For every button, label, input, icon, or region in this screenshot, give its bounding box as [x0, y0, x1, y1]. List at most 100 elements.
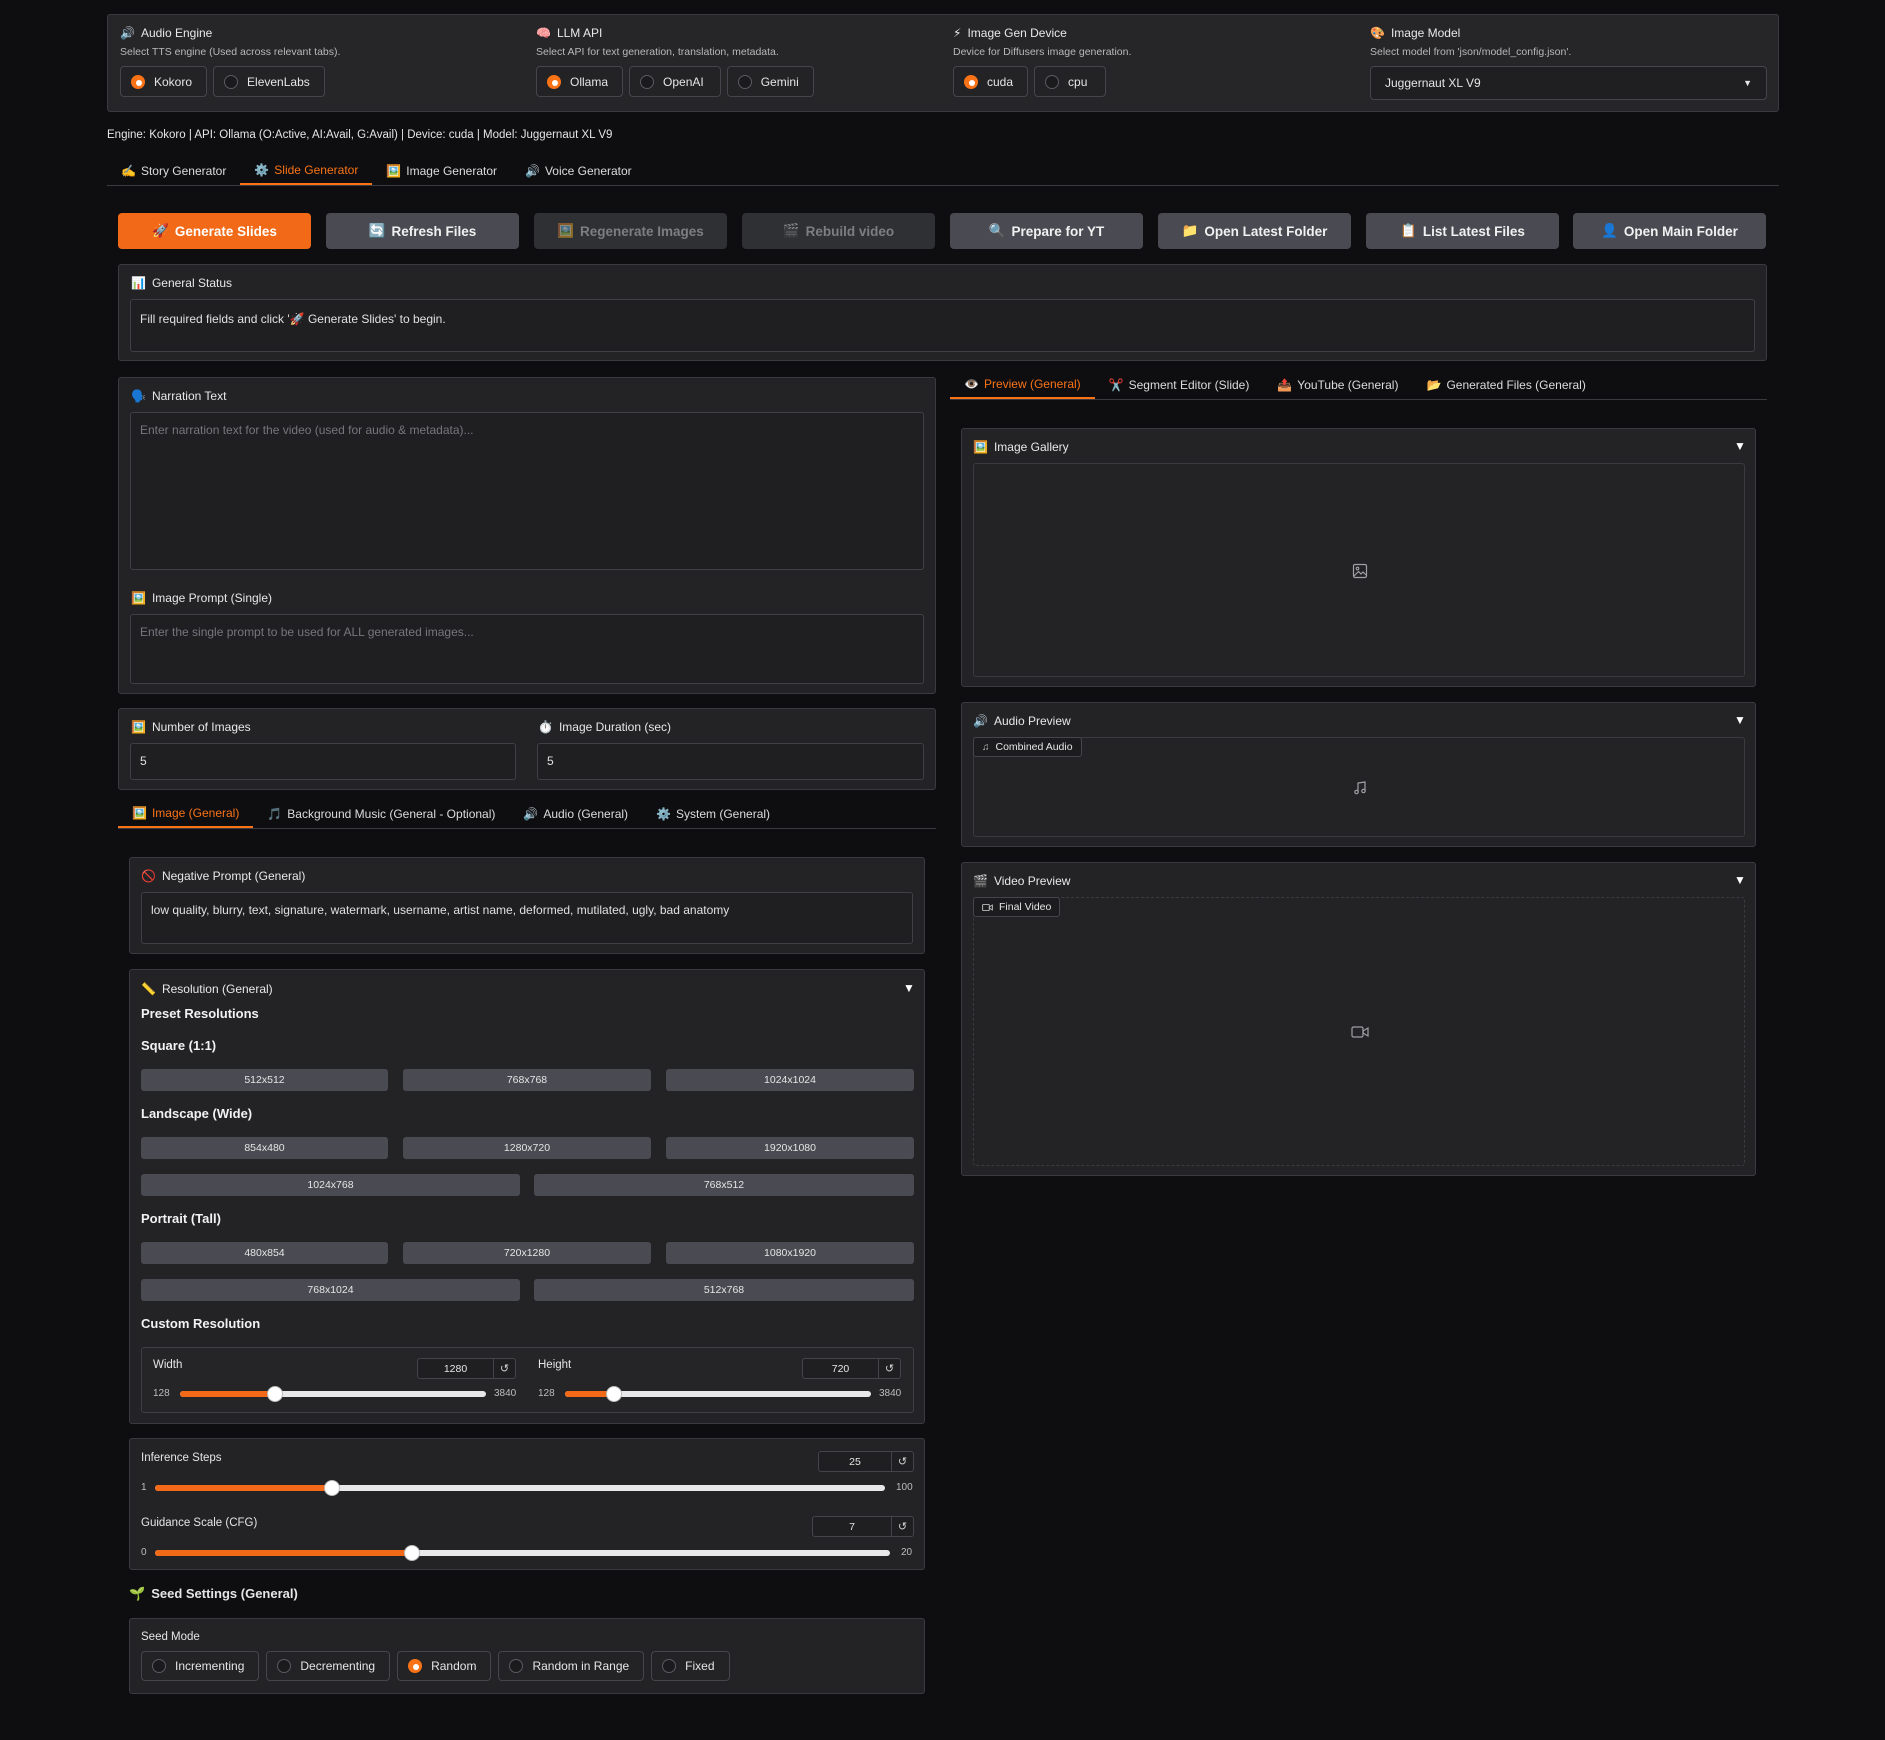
collapse-caret-icon[interactable]: ▼	[1734, 873, 1746, 887]
speaker-icon: 🔊	[523, 807, 539, 821]
height-slider[interactable]	[565, 1386, 871, 1402]
regenerate-images-button[interactable]: 🖼️ Regenerate Images	[534, 213, 727, 249]
preset-1920x1080[interactable]: 1920x1080	[666, 1137, 914, 1159]
landscape-heading: Landscape (Wide)	[141, 1106, 253, 1121]
radio-cuda[interactable]: cuda	[953, 66, 1029, 97]
radio-decrementing[interactable]: Decrementing	[266, 1651, 391, 1681]
reset-icon[interactable]: ↺	[891, 1452, 913, 1471]
radio-dot	[277, 1659, 292, 1673]
guidance-scale-slider[interactable]	[155, 1545, 890, 1561]
writing-hand-icon: ✍️	[121, 163, 136, 178]
radio-kokoro[interactable]: Kokoro	[120, 66, 208, 97]
radio-elevenlabs[interactable]: ElevenLabs	[213, 66, 325, 97]
preset-480x854[interactable]: 480x854	[141, 1242, 388, 1264]
radio-random-in-range[interactable]: Random in Range	[498, 1651, 645, 1681]
refresh-files-button[interactable]: 🔄 Refresh Files	[326, 213, 519, 249]
image-duration-input[interactable]: 5	[537, 743, 924, 780]
folder-icon: 📁	[1181, 223, 1199, 238]
preset-512x768[interactable]: 512x768	[534, 1279, 914, 1301]
model-select[interactable]: Juggernaut XL V9 ▼	[1370, 66, 1767, 100]
tab-segment-editor[interactable]: ✂️ Segment Editor (Slide)	[1095, 371, 1264, 399]
slider-thumb[interactable]	[404, 1545, 421, 1561]
radio-openai[interactable]: OpenAI	[629, 66, 721, 97]
radio-dot	[662, 1659, 677, 1673]
preset-1024x1024[interactable]: 1024x1024	[666, 1069, 914, 1091]
audio-dropzone[interactable]	[973, 737, 1745, 837]
gallery-dropzone[interactable]	[973, 463, 1745, 677]
preset-768x1024[interactable]: 768x1024	[141, 1279, 520, 1301]
radio-fixed[interactable]: Fixed	[651, 1651, 730, 1681]
tab-voice-generator[interactable]: 🔊 Voice Generator	[511, 156, 646, 185]
image-gallery-panel: 🖼️ Image Gallery ▼	[961, 428, 1756, 687]
tab-preview-general[interactable]: 👁️ Preview (General)	[950, 371, 1095, 399]
preset-512x512[interactable]: 512x512	[141, 1069, 388, 1091]
slider-fill	[180, 1391, 275, 1397]
preset-768x512[interactable]: 768x512	[534, 1174, 914, 1196]
inference-steps-slider[interactable]	[155, 1480, 885, 1496]
radio-gemini[interactable]: Gemini	[726, 66, 814, 97]
num-images-input[interactable]: 5	[130, 743, 516, 780]
reset-icon[interactable]: ↺	[878, 1359, 900, 1378]
inference-steps-input[interactable]: 25 ↺	[818, 1451, 914, 1472]
clipboard-icon: 📋	[1400, 223, 1417, 238]
clapper-icon: 🎬	[973, 874, 988, 888]
slider-thumb[interactable]	[605, 1386, 622, 1402]
open-main-folder-button[interactable]: 👤 Open Main Folder	[1573, 213, 1766, 249]
image-icon: 🖼️	[131, 720, 146, 734]
image-icon: 🖼️	[132, 806, 147, 820]
preset-1024x768[interactable]: 1024x768	[141, 1174, 520, 1196]
radio-random[interactable]: Random	[397, 1651, 492, 1681]
model-select-value: Juggernaut XL V9	[1385, 76, 1481, 90]
sampling-panel: Inference Steps 25 ↺ 1 100 Guidance Scale…	[129, 1438, 925, 1570]
collapse-caret-icon[interactable]: ▼	[1734, 439, 1746, 453]
preset-720x1280[interactable]: 720x1280	[403, 1242, 651, 1264]
tab-image-general[interactable]: 🖼️ Image (General)	[118, 800, 254, 828]
inference-steps-min: 1	[141, 1482, 147, 1493]
reset-icon[interactable]: ↺	[891, 1517, 913, 1536]
tab-system-general[interactable]: ⚙️ System (General)	[642, 800, 784, 828]
resolution-panel: 📏 Resolution (General) ▼ Preset Resolutio…	[129, 969, 925, 1424]
tab-image-generator[interactable]: 🖼️ Image Generator	[372, 156, 511, 185]
width-slider[interactable]	[180, 1386, 486, 1402]
open-latest-folder-button[interactable]: 📁 Open Latest Folder	[1158, 213, 1351, 249]
radio-incrementing[interactable]: Incrementing	[141, 1651, 260, 1681]
radio-ollama[interactable]: Ollama	[536, 66, 624, 97]
generate-slides-button[interactable]: 🚀 Generate Slides	[118, 213, 311, 249]
inference-steps-label: Inference Steps	[141, 1452, 222, 1464]
guidance-scale-input[interactable]: 7 ↺	[812, 1516, 914, 1537]
slider-thumb[interactable]	[266, 1386, 283, 1402]
slider-thumb[interactable]	[323, 1480, 340, 1496]
tab-generated-files[interactable]: 📂 Generated Files (General)	[1412, 371, 1599, 399]
preset-854x480[interactable]: 854x480	[141, 1137, 388, 1159]
audio-engine-title: Audio Engine	[140, 26, 213, 40]
preset-768x768[interactable]: 768x768	[403, 1069, 651, 1091]
negative-prompt-textarea[interactable]: low quality, blurry, text, signature, wa…	[141, 892, 913, 944]
music-note-icon: 🎵	[267, 807, 283, 821]
collapse-caret-icon[interactable]: ▼	[903, 981, 915, 995]
count-duration-panel: 🖼️ Number of Images 5 ⏱️ Image Duration (s…	[118, 708, 936, 790]
radio-dot	[408, 1659, 423, 1673]
list-latest-files-button[interactable]: 📋 List Latest Files	[1366, 213, 1559, 249]
height-number-input[interactable]: 720 ↺	[802, 1358, 901, 1379]
preset-1080x1920[interactable]: 1080x1920	[666, 1242, 914, 1264]
tab-audio-general[interactable]: 🔊 Audio (General)	[509, 800, 642, 828]
image-placeholder-icon	[1352, 563, 1368, 579]
llm-api-group: 🧠 LLM API Select API for text generation,…	[536, 26, 936, 97]
collapse-caret-icon[interactable]: ▼	[1734, 713, 1746, 727]
tab-story-generator[interactable]: ✍️ Story Generator	[107, 156, 240, 185]
tab-slide-generator[interactable]: ⚙️ Slide Generator	[240, 156, 373, 185]
preset-1280x720[interactable]: 1280x720	[403, 1137, 651, 1159]
prepare-for-yt-button[interactable]: 🔍 Prepare for YT	[950, 213, 1143, 249]
radio-cpu[interactable]: cpu	[1034, 66, 1107, 97]
reset-icon[interactable]: ↺	[493, 1359, 515, 1378]
width-number-input[interactable]: 1280 ↺	[417, 1358, 516, 1379]
image-icon: 🖼️	[973, 440, 988, 454]
rebuild-video-button[interactable]: 🎬 Rebuild video	[742, 213, 935, 249]
audio-preview-title: Audio Preview	[993, 714, 1071, 728]
tab-youtube-general[interactable]: 📤 YouTube (General)	[1263, 371, 1412, 399]
image-prompt-textarea[interactable]: Enter the single prompt to be used for A…	[130, 614, 924, 684]
refresh-icon: 🔄	[368, 223, 386, 238]
video-dropzone[interactable]	[973, 897, 1745, 1166]
tab-background-music[interactable]: 🎵 Background Music (General - Optional)	[253, 800, 509, 828]
narration-textarea[interactable]: Enter narration text for the video (used…	[130, 412, 924, 570]
